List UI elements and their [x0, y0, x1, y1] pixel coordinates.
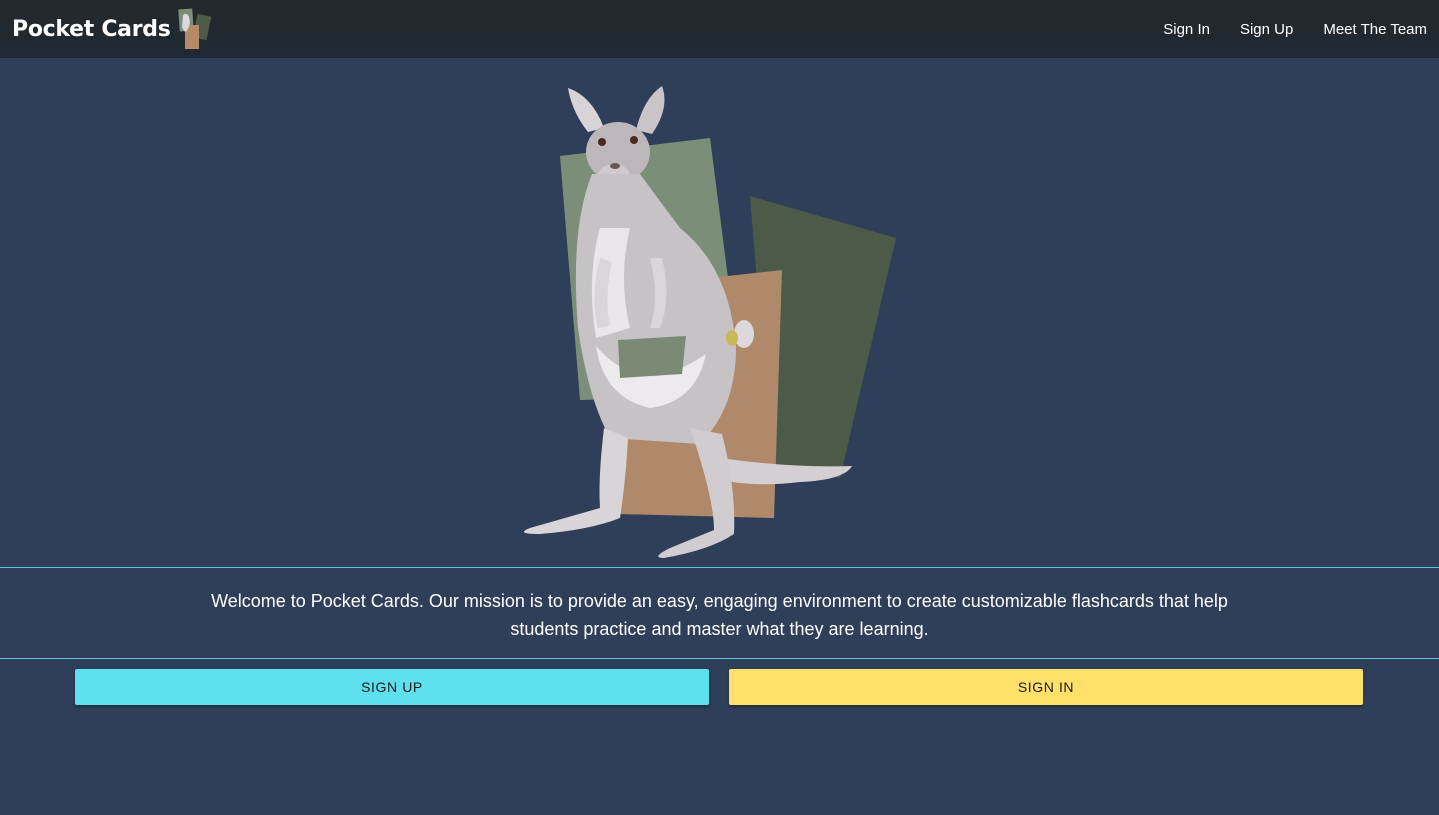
nav-sign-in[interactable]: Sign In: [1163, 21, 1210, 38]
navbar: Pocket Cards Sign In Sign Up Meet The Te…: [0, 0, 1439, 58]
nav-sign-up[interactable]: Sign Up: [1240, 21, 1293, 38]
brand-name: Pocket Cards: [12, 16, 171, 42]
divider-top: [0, 567, 1439, 568]
divider-bottom: [0, 658, 1439, 659]
hero: [0, 58, 1439, 567]
sign-up-button[interactable]: SIGN UP: [75, 669, 709, 705]
nav-links: Sign In Sign Up Meet The Team: [1133, 21, 1427, 38]
cards-logo-icon: [177, 8, 211, 49]
nav-meet-the-team[interactable]: Meet The Team: [1323, 21, 1427, 38]
kangaroo-illustration: [523, 86, 896, 558]
sign-in-button[interactable]: SIGN IN: [729, 669, 1363, 705]
brand-link[interactable]: Pocket Cards: [12, 7, 215, 51]
mission-statement: Welcome to Pocket Cards. Our mission is …: [211, 591, 1228, 639]
